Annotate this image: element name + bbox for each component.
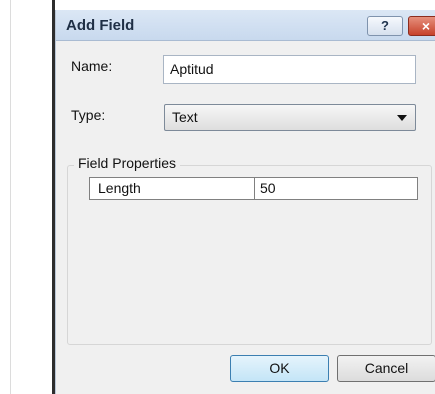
property-value-cell[interactable]: 50	[255, 178, 418, 199]
dialog-titlebar[interactable]: Add Field ? ×	[56, 10, 435, 41]
ok-button[interactable]: OK	[230, 355, 329, 382]
chevron-down-icon	[397, 115, 407, 121]
screen: Add Field ? × Name: Aptitud Type: Text F…	[0, 0, 435, 394]
add-field-dialog: Add Field ? × Name: Aptitud Type: Text F…	[55, 10, 435, 394]
background-edge	[10, 0, 11, 394]
name-input[interactable]: Aptitud	[163, 55, 416, 84]
question-mark-icon: ?	[381, 18, 389, 33]
dialog-title: Add Field	[66, 17, 135, 34]
close-icon: ×	[421, 18, 431, 34]
name-input-value: Aptitud	[170, 61, 214, 77]
type-dropdown-value: Text	[172, 109, 198, 125]
type-dropdown[interactable]: Text	[164, 104, 416, 131]
name-label: Name:	[71, 58, 113, 74]
field-properties-title: Field Properties	[74, 155, 181, 171]
type-label: Type:	[71, 107, 106, 123]
cancel-button[interactable]: Cancel	[337, 355, 435, 382]
property-name-cell[interactable]: Length	[90, 178, 255, 199]
field-properties-grid: Length 50	[89, 177, 418, 200]
help-button[interactable]: ?	[367, 16, 403, 36]
close-button[interactable]: ×	[408, 16, 435, 36]
